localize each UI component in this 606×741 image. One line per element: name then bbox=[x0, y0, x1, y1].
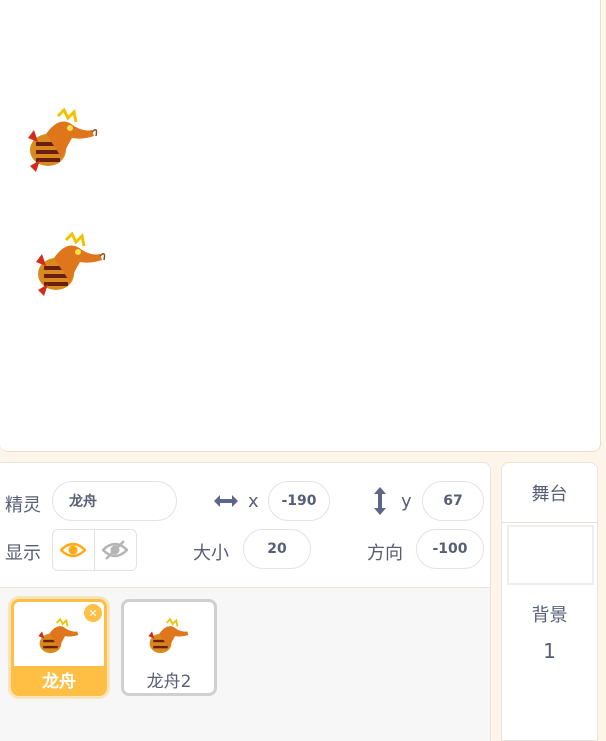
eye-icon bbox=[60, 542, 87, 558]
show-label: 显示 bbox=[5, 543, 41, 564]
sprite-tile-name: 龙舟 bbox=[14, 666, 104, 693]
sprite-thumbnail bbox=[124, 610, 214, 666]
x-label: x bbox=[248, 491, 259, 512]
sprite-tile[interactable]: 龙舟2 bbox=[121, 599, 217, 696]
size-label: 大小 bbox=[193, 543, 229, 564]
sprite-tile[interactable]: ✕ 龙舟 bbox=[11, 599, 107, 696]
dragon-boat-sprite-2[interactable] bbox=[34, 232, 106, 298]
eye-slash-icon bbox=[102, 540, 129, 560]
stage-selector-panel[interactable]: 舞台 背景 1 bbox=[501, 462, 598, 741]
show-button[interactable] bbox=[53, 530, 95, 570]
direction-input[interactable]: -100 bbox=[416, 529, 484, 569]
direction-label: 方向 bbox=[367, 543, 403, 564]
x-arrows-icon bbox=[212, 493, 240, 513]
visibility-toggle bbox=[52, 529, 137, 571]
size-input[interactable]: 20 bbox=[243, 529, 311, 569]
sprite-info-panel: 精灵 龙舟 x -190 y 67 显示 大小 20 方向 -100 bbox=[0, 462, 491, 588]
y-arrows-icon bbox=[372, 486, 388, 520]
y-position-input[interactable]: 67 bbox=[422, 481, 484, 521]
stage-title: 舞台 bbox=[502, 463, 597, 523]
x-position-input[interactable]: -190 bbox=[268, 481, 330, 521]
hide-button[interactable] bbox=[95, 530, 137, 570]
stage-canvas[interactable] bbox=[0, 0, 601, 452]
sprite-tile-name: 龙舟2 bbox=[146, 672, 192, 692]
delete-sprite-button[interactable]: ✕ bbox=[84, 604, 102, 622]
backdrop-count: 1 bbox=[543, 639, 556, 663]
y-label: y bbox=[401, 491, 412, 512]
backdrop-label: 背景 bbox=[531, 605, 568, 626]
dragon-boat-sprite-1[interactable] bbox=[26, 108, 98, 174]
sprite-list: ✕ 龙舟 龙舟2 bbox=[0, 588, 491, 741]
stage-thumbnail[interactable] bbox=[507, 525, 594, 585]
sprite-label: 精灵 bbox=[5, 495, 41, 516]
sprite-name-input[interactable]: 龙舟 bbox=[52, 481, 177, 521]
